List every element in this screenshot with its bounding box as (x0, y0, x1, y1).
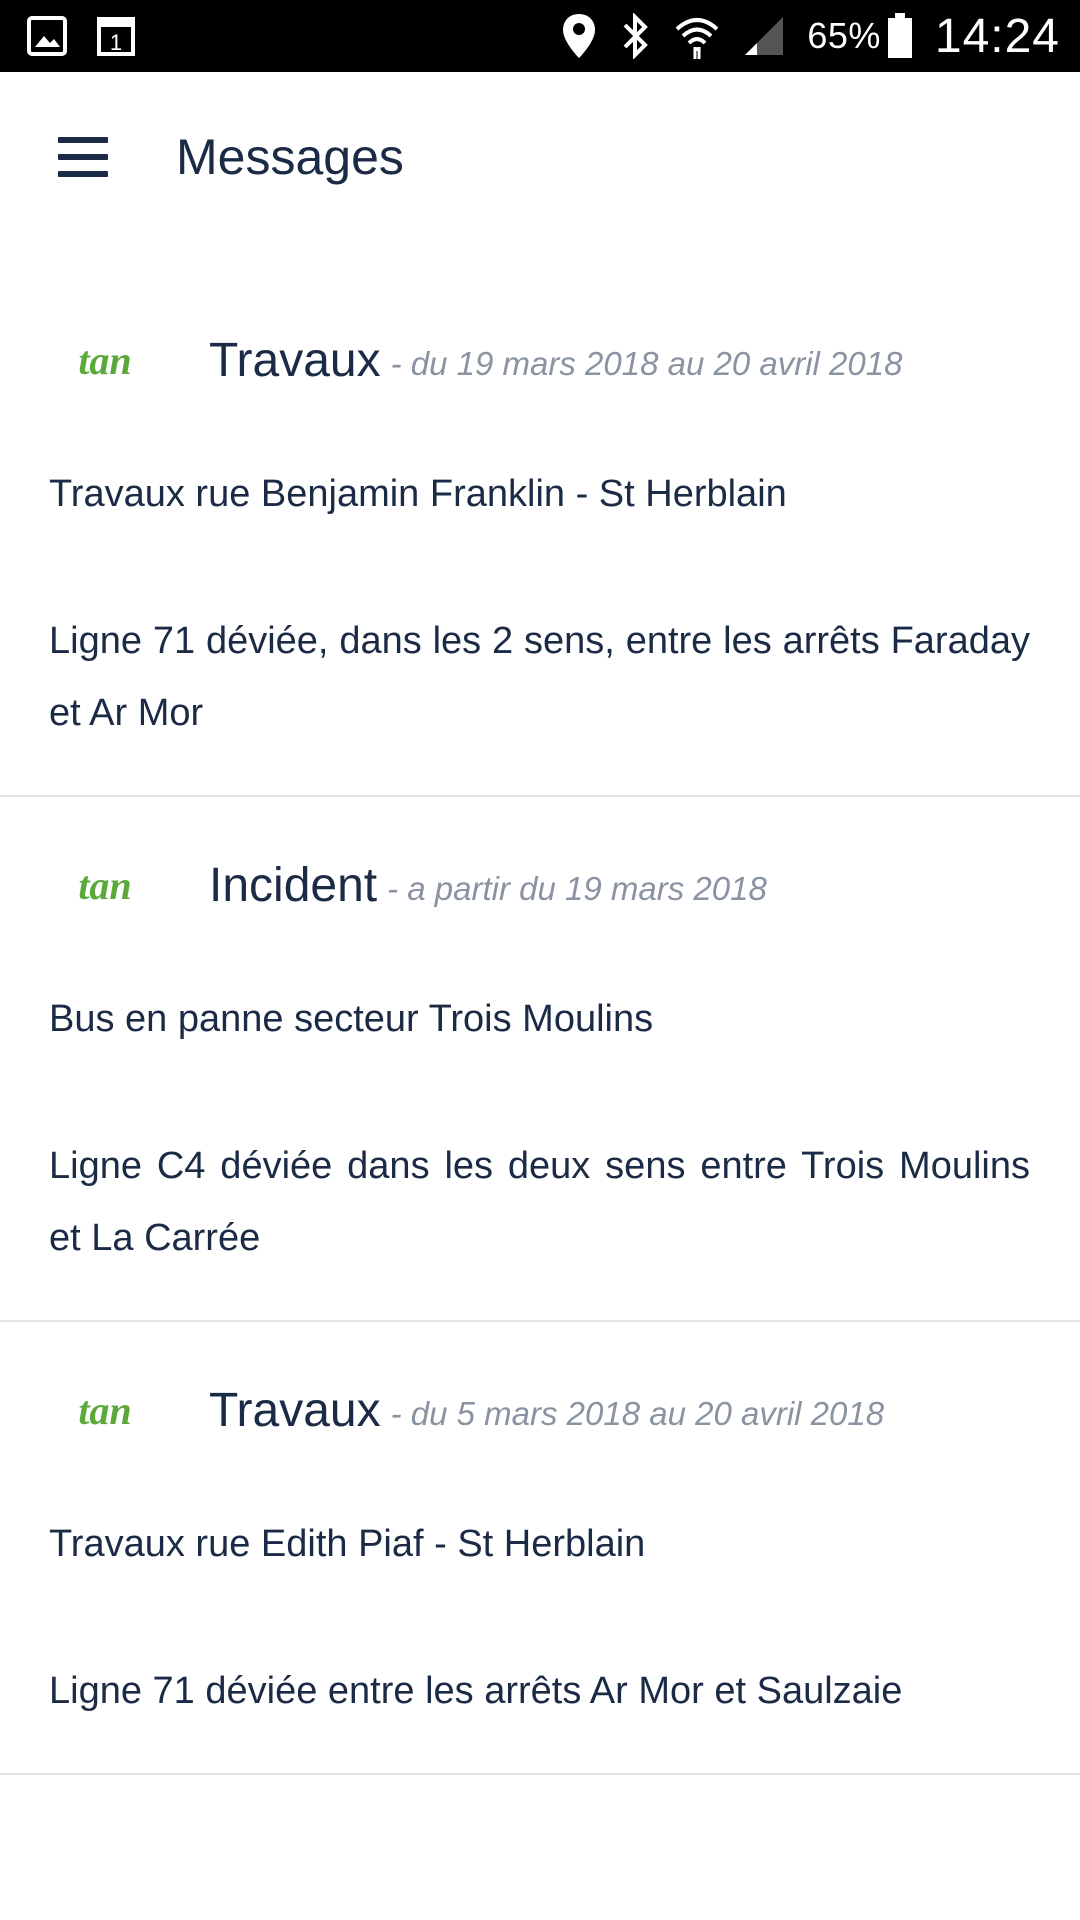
svg-text:tan: tan (78, 863, 131, 908)
hamburger-menu-icon[interactable] (58, 137, 108, 177)
message-header: tan Travaux - du 19 mars 2018 au 20 avri… (49, 324, 1030, 396)
status-bar: 1 65% 14:24 (0, 0, 1080, 72)
calendar-icon: 1 (96, 15, 136, 57)
message-subject: Travaux rue Edith Piaf - St Herblain (49, 1523, 646, 1565)
bluetooth-icon (619, 13, 651, 59)
message-header: tan Incident - a partir du 19 mars 2018 (49, 849, 1030, 921)
svg-text:1: 1 (110, 30, 122, 55)
page-title: Messages (176, 129, 404, 185)
message-card[interactable]: tan Travaux - du 19 mars 2018 au 20 avri… (0, 272, 1080, 797)
message-body: Ligne 71 déviée entre les arrêts Ar Mor … (49, 1670, 903, 1712)
wifi-icon (673, 13, 721, 59)
message-subject: Bus en panne secteur Trois Moulins (49, 998, 654, 1040)
battery-percent: 65% (807, 15, 881, 56)
message-date: - du 19 mars 2018 au 20 avril 2018 (390, 345, 903, 382)
message-type: Travaux (209, 333, 381, 387)
message-body: Ligne C4 déviée dans les deux sens entre… (49, 1145, 1030, 1259)
message-body: Ligne 71 déviée, dans les 2 sens, entre … (49, 620, 1030, 734)
battery-icon (887, 13, 913, 59)
app-bar: Messages (0, 72, 1080, 242)
location-icon (561, 12, 597, 60)
message-list: tan Travaux - du 19 mars 2018 au 20 avri… (0, 272, 1080, 1775)
message-type: Incident (209, 858, 378, 912)
svg-text:tan: tan (78, 338, 131, 383)
message-subject: Travaux rue Benjamin Franklin - St Herbl… (49, 473, 787, 515)
message-card[interactable]: tan Incident - a partir du 19 mars 2018 … (0, 797, 1080, 1322)
gallery-icon (26, 15, 68, 57)
tan-logo-icon: tan (78, 863, 131, 908)
tan-logo-icon: tan (78, 338, 131, 383)
svg-text:tan: tan (78, 1388, 131, 1433)
signal-icon (743, 15, 785, 57)
message-date: - a partir du 19 mars 2018 (387, 870, 767, 907)
tan-logo-icon: tan (78, 1388, 131, 1433)
message-date: - du 5 mars 2018 au 20 avril 2018 (390, 1395, 885, 1432)
message-card[interactable]: tan Travaux - du 5 mars 2018 au 20 avril… (0, 1322, 1080, 1775)
message-header: tan Travaux - du 5 mars 2018 au 20 avril… (49, 1374, 1030, 1446)
message-type: Travaux (209, 1383, 381, 1437)
clock: 14:24 (934, 9, 1060, 63)
